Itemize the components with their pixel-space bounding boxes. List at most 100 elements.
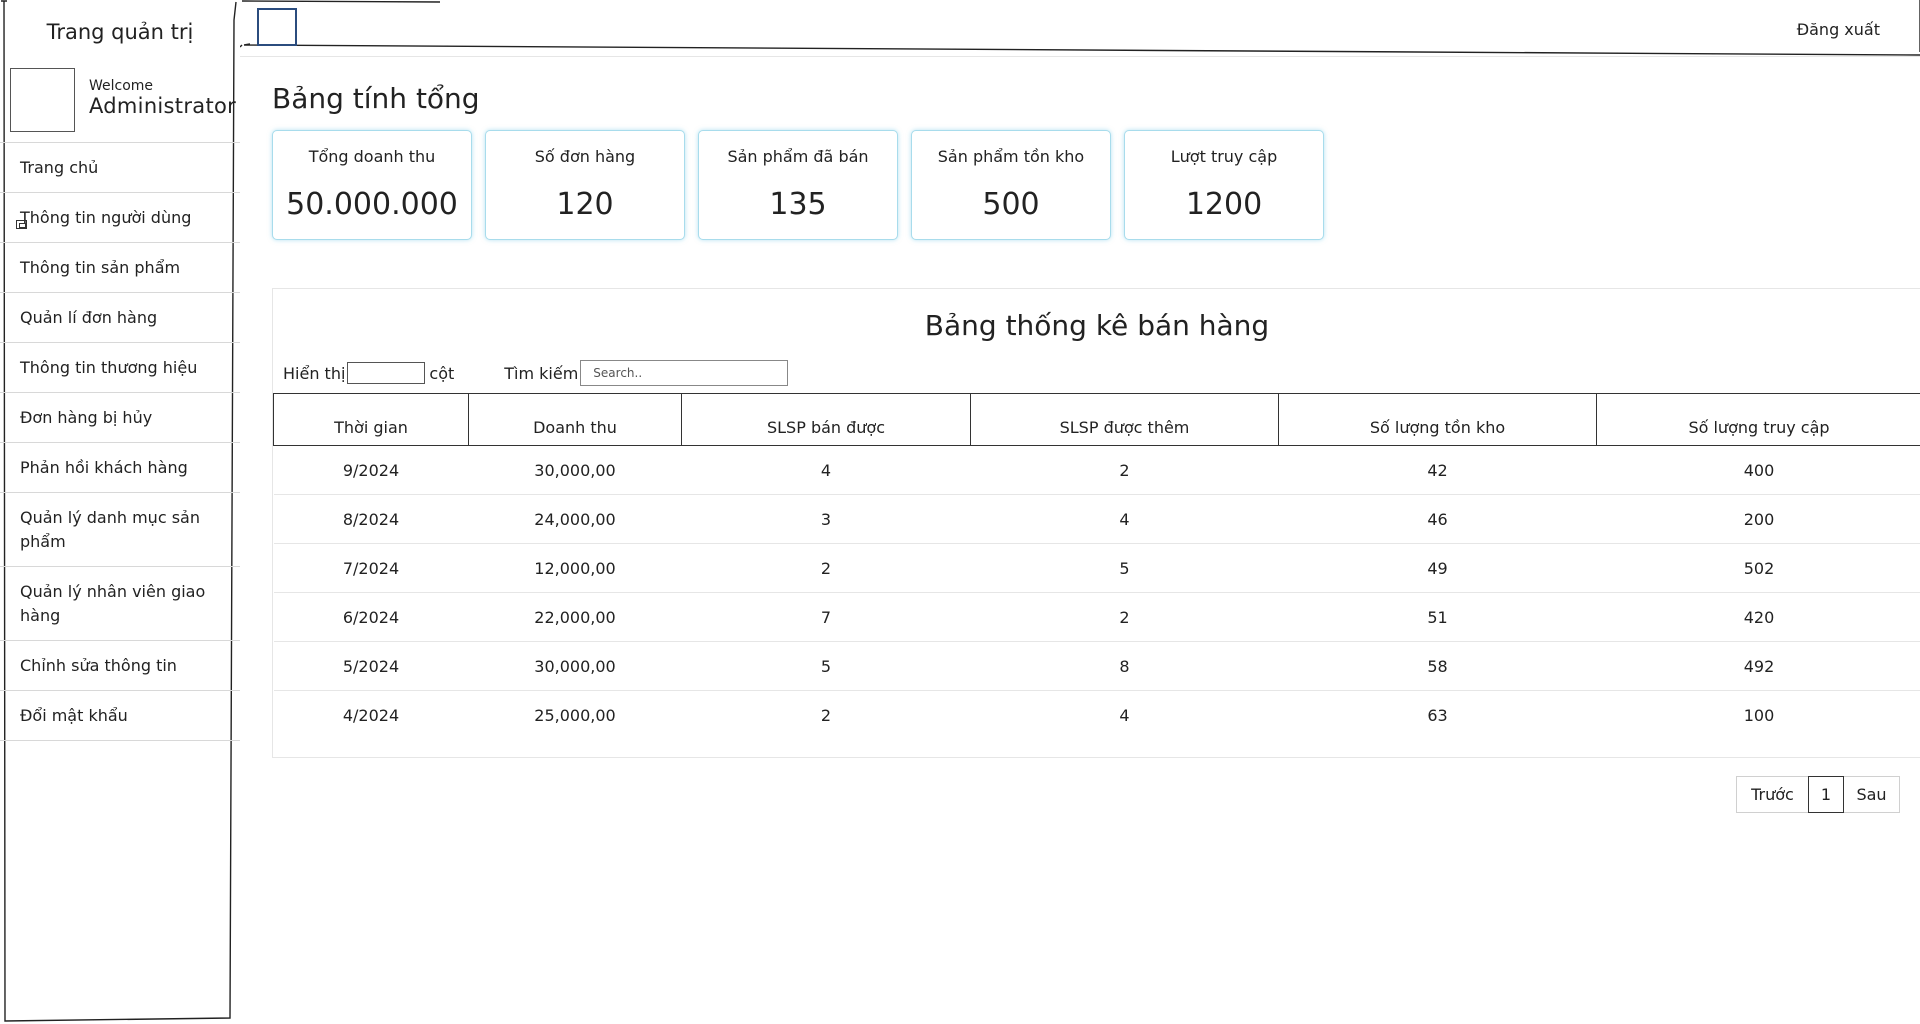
prev-page-button[interactable]: Trước [1736, 776, 1808, 813]
sales-table: Thời gian Doanh thu SLSP bán được SLSP đ… [273, 393, 1920, 740]
summary-cards: Tổng doanh thu 50.000.000 Số đơn hàng 12… [272, 130, 1352, 240]
card-value: 135 [769, 187, 827, 222]
table-cell: 100 [1743, 705, 1775, 725]
table-cell: 420 [1596, 592, 1920, 642]
table-cell: 502 [1596, 543, 1920, 593]
sidebar-item-label: Quản lý danh mục sản phẩm [20, 507, 200, 551]
table-cell: 2 [820, 705, 832, 725]
table-row: 8/2024 24,000,00 3 4 46 200 [273, 494, 1920, 544]
page-length-input[interactable] [347, 362, 426, 384]
table-cell: 30,000,00 [468, 445, 682, 495]
card-label: Sản phẩm tồn kho [937, 147, 1085, 166]
sidebar-item-cancelled-orders[interactable]: Đơn hàng bị hủy [0, 393, 240, 443]
sidebar-item-user-info[interactable]: Thông tin người dùng [0, 193, 240, 243]
card-value: 1200 [1185, 187, 1263, 222]
card-products-in-stock: Sản phẩm tồn kho 500 [911, 130, 1111, 240]
sidebar-menu: Trang chủ Thông tin người dùng Thông tin… [0, 142, 240, 741]
sidebar-item-change-password[interactable]: Đổi mật khẩu [0, 691, 240, 741]
card-order-count: Số đơn hàng 120 [485, 130, 685, 240]
sidebar: Trang quản trị Welcome Administrator Tra… [0, 0, 240, 1024]
card-label: Tổng doanh thu [308, 147, 436, 166]
pagination: Trước 1 Sau [1736, 776, 1900, 813]
sidebar-item-brands[interactable]: Thông tin thương hiệu [0, 343, 240, 393]
table-cell: 2 [970, 445, 1279, 495]
sidebar-item-label: Chỉnh sửa thông tin [20, 656, 177, 675]
card-total-revenue: Tổng doanh thu 50.000.000 [272, 130, 472, 240]
card-value: 120 [556, 187, 614, 222]
avatar [10, 68, 75, 132]
table-cell: 4 [1119, 705, 1130, 725]
sidebar-item-edit-profile[interactable]: Chỉnh sửa thông tin [0, 641, 240, 691]
column-header[interactable]: Số lượng truy cập [1596, 393, 1920, 446]
table-cell: 22,000,00 [468, 592, 682, 642]
sidebar-item-label: Đổi mật khẩu [20, 706, 128, 725]
sidebar-item-label: Quản lý nhân viên giao hàng [20, 581, 206, 625]
card-label: Sản phẩm đã bán [727, 147, 869, 166]
sidebar-item-shippers[interactable]: Quản lý nhân viên giao hàng [0, 567, 240, 641]
table-row: 5/2024 30,000,00 5 8 58 492 [273, 641, 1920, 691]
card-visits: Lượt truy cập 1200 [1124, 130, 1324, 240]
table-cell: 200 [1596, 494, 1920, 544]
sidebar-item-label: Quản lí đơn hàng [20, 308, 158, 327]
table-controls: Hiển thị cột Tìm kiếm [283, 357, 789, 389]
table-header-row: Thời gian Doanh thu SLSP bán được SLSP đ… [273, 393, 1920, 446]
table-cell: 46 [1278, 494, 1597, 544]
table-cell: 58 [1278, 641, 1597, 691]
card-value: 500 [982, 187, 1040, 222]
table-cell: 5 [970, 543, 1279, 593]
search-input[interactable] [580, 360, 789, 386]
username: Administrator [89, 94, 237, 118]
table-cell: 492 [1596, 641, 1920, 691]
current-page-button[interactable]: 1 [1808, 776, 1844, 813]
card-label: Lượt truy cập [1170, 147, 1278, 166]
table-cell: 7/2024 [273, 543, 469, 593]
table-row: 6/2024 22,000,00 7 2 51 420 [273, 592, 1920, 642]
table-cell: 2 [970, 592, 1279, 642]
table-cell: 6/2024 [273, 592, 469, 642]
table-cell: 400 [1596, 445, 1920, 495]
header-divider [240, 56, 1920, 57]
sidebar-item-orders[interactable]: Quản lí đơn hàng [0, 293, 240, 343]
table-row: 7/2024 12,000,00 2 5 49 502 [273, 543, 1920, 593]
column-header[interactable]: Số lượng tồn kho [1278, 393, 1597, 446]
table-cell: 8 [970, 641, 1279, 691]
briefcase-icon [16, 220, 27, 229]
table-cell: 30,000,00 [468, 641, 682, 691]
menu-toggle-button[interactable] [257, 8, 297, 46]
search-label: Tìm kiếm [504, 363, 579, 383]
logout-link[interactable]: Đăng xuất [1797, 20, 1880, 39]
table-cell: 42 [1278, 445, 1597, 495]
sidebar-item-home[interactable]: Trang chủ [0, 143, 240, 193]
column-header[interactable]: SLSP được thêm [970, 393, 1279, 446]
sidebar-item-label: Trang chủ [20, 158, 99, 177]
sidebar-item-categories[interactable]: Quản lý danh mục sản phẩm [0, 493, 240, 567]
table-row: 4/2024 25,000,00 2 4 63 100 [274, 691, 1920, 740]
sidebar-item-label: Phản hồi khách hàng [20, 458, 188, 477]
table-cell: 25,000,00 [534, 705, 616, 725]
sidebar-item-feedback[interactable]: Phản hồi khách hàng [0, 443, 240, 493]
table-cell: 49 [1278, 543, 1597, 593]
sidebar-brand: Trang quản trị [46, 20, 194, 44]
header-border [240, 0, 1920, 56]
table-cell: 5 [681, 641, 971, 691]
next-page-button[interactable]: Sau [1844, 776, 1900, 813]
table-cell: 2 [681, 543, 971, 593]
show-label: Hiển thị [283, 363, 346, 383]
table-cell: 51 [1278, 592, 1597, 642]
top-header: Đăng xuất [240, 0, 1920, 57]
table-cell: 24,000,00 [468, 494, 682, 544]
table-row: 9/2024 30,000,00 4 2 42 400 [273, 445, 1920, 495]
table-title: Bảng thống kê bán hàng [924, 309, 1270, 342]
sidebar-item-product-info[interactable]: Thông tin sản phẩm [0, 243, 240, 293]
table-cell: 7 [681, 592, 971, 642]
sidebar-item-label: Đơn hàng bị hủy [20, 408, 153, 427]
column-header[interactable]: Thời gian [273, 393, 469, 446]
card-value: 50.000.000 [286, 187, 458, 222]
table-cell: 5/2024 [273, 641, 469, 691]
card-products-sold: Sản phẩm đã bán 135 [698, 130, 898, 240]
column-header[interactable]: Doanh thu [468, 393, 682, 446]
sidebar-item-label: Thông tin thương hiệu [20, 358, 198, 377]
user-profile: Welcome Administrator [0, 64, 240, 142]
column-header[interactable]: SLSP bán được [681, 393, 971, 446]
table-cell: 3 [681, 494, 971, 544]
